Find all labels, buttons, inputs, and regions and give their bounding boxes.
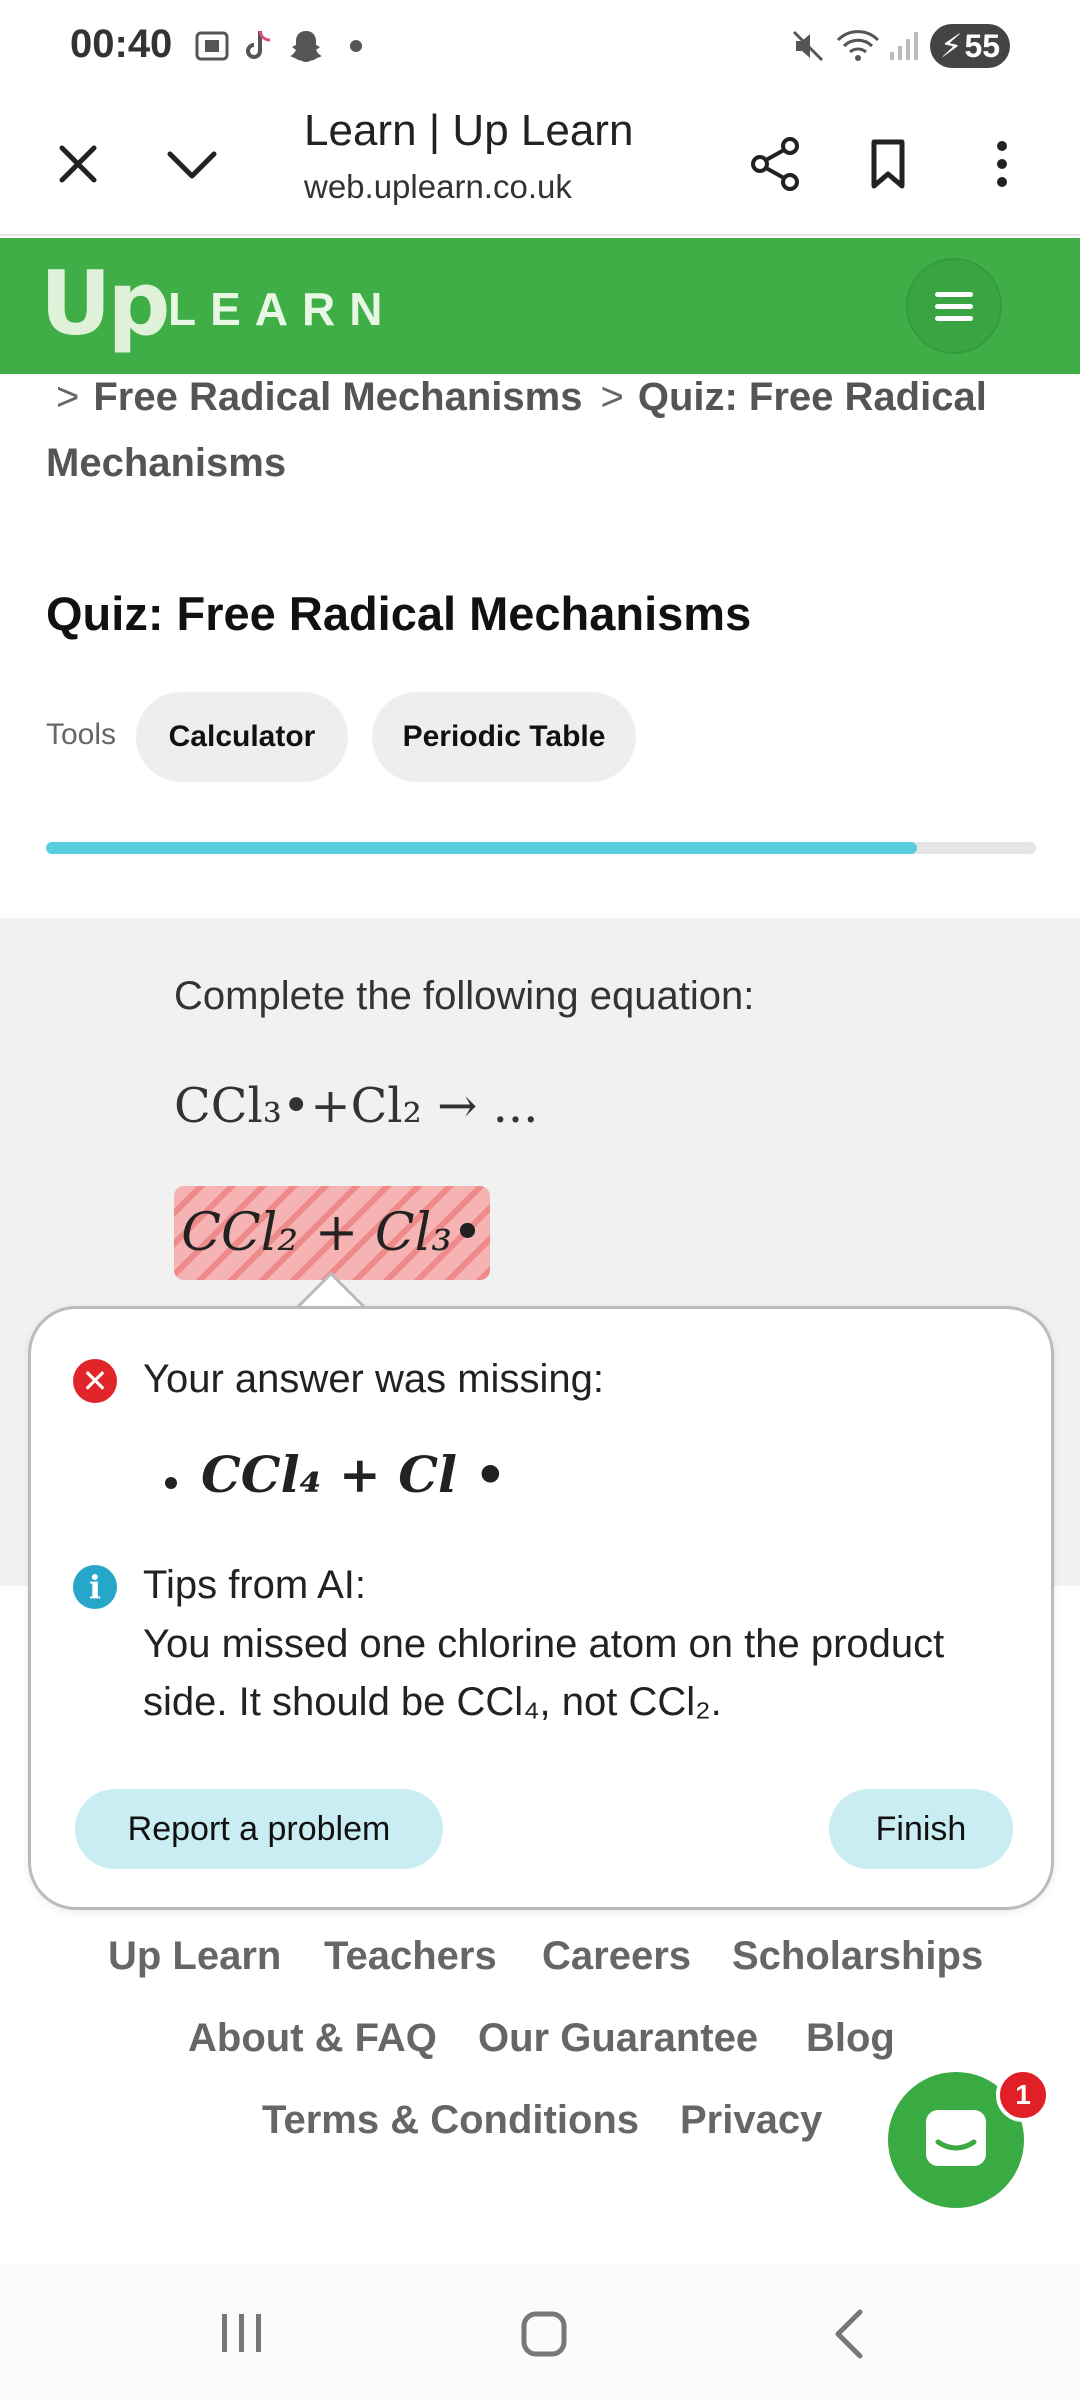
- battery-charging-icon: ⚡ 55: [930, 24, 1010, 68]
- browser-url[interactable]: web.uplearn.co.uk: [304, 168, 572, 206]
- footer-link-careers[interactable]: Careers: [542, 1934, 691, 1979]
- footer-link-terms[interactable]: Terms & Conditions: [262, 2098, 639, 2143]
- periodic-table-button[interactable]: Periodic Table: [372, 692, 636, 782]
- question-equation: CCl₃•+Cl₂ → ...: [174, 1078, 539, 1134]
- footer-link-blog[interactable]: Blog: [806, 2016, 895, 2061]
- close-icon[interactable]: [46, 132, 110, 196]
- bullet-icon: [165, 1477, 177, 1489]
- back-icon[interactable]: [822, 2304, 882, 2364]
- chevron-down-icon[interactable]: [160, 132, 224, 196]
- logo-learn[interactable]: LEARN: [168, 282, 396, 336]
- mute-icon: [792, 30, 824, 62]
- footer-link-privacy[interactable]: Privacy: [680, 2098, 822, 2143]
- calculator-button[interactable]: Calculator: [136, 692, 348, 782]
- system-nav-bar: [0, 2264, 1080, 2400]
- battery-level: 55: [964, 27, 1001, 64]
- info-icon: i: [73, 1565, 117, 1609]
- footer-link-scholarships[interactable]: Scholarships: [732, 1934, 983, 1979]
- recent-apps-icon[interactable]: [212, 2308, 272, 2358]
- tools-label: Tools: [46, 718, 117, 751]
- tips-text: You missed one chlorine atom on the prod…: [143, 1622, 945, 1724]
- question-prompt: Complete the following equation:: [174, 974, 755, 1018]
- hamburger-menu-button[interactable]: [906, 258, 1002, 354]
- hamburger-line: [935, 315, 973, 321]
- status-time: 00:40: [70, 22, 173, 66]
- missing-answer: CCl₄ + Cl •: [201, 1445, 507, 1504]
- wifi-icon: [836, 30, 880, 61]
- browser-page-title[interactable]: Learn | Up Learn: [304, 106, 633, 156]
- footer-link-our-guarantee[interactable]: Our Guarantee: [478, 2016, 758, 2061]
- chat-notification-badge: 1: [996, 2068, 1050, 2122]
- chat-icon: [926, 2110, 986, 2166]
- report-problem-button[interactable]: Report a problem: [75, 1789, 443, 1869]
- footer-link-about-faq[interactable]: About & FAQ: [188, 2016, 437, 2061]
- quiz-progress-bar: [46, 842, 1036, 854]
- hamburger-line: [935, 291, 973, 297]
- site-header: Up LEARN: [0, 238, 1080, 374]
- breadcrumb: > Free Radical Mechanisms > Quiz: Free Radi…: [46, 364, 1046, 496]
- chevron-right-icon: >: [56, 375, 80, 419]
- page-title: Quiz: Free Radical Mechanisms: [46, 587, 752, 640]
- footer-link-teachers[interactable]: Teachers: [324, 1934, 497, 1979]
- status-bar: 00:40 ⚡ 55: [0, 0, 1080, 96]
- feedback-popup: ✕ Your answer was missing: CCl₄ + Cl • i…: [28, 1306, 1054, 1910]
- screenshot-icon: [195, 31, 229, 61]
- home-icon[interactable]: [514, 2304, 574, 2364]
- footer-link-up-learn[interactable]: Up Learn: [108, 1934, 281, 1979]
- user-answer-incorrect[interactable]: CCl₂ + Cl₃•: [174, 1186, 490, 1280]
- hamburger-line: [935, 303, 973, 309]
- quiz-progress-fill: [46, 842, 918, 854]
- share-icon[interactable]: [744, 132, 808, 196]
- tiktok-icon: [246, 30, 271, 59]
- finish-button[interactable]: Finish: [829, 1789, 1013, 1869]
- bookmark-icon[interactable]: [856, 132, 920, 196]
- more-options-icon[interactable]: [970, 132, 1034, 196]
- dot-icon: [350, 40, 362, 52]
- snapchat-icon: [290, 31, 322, 62]
- chevron-right-icon: >: [600, 375, 624, 419]
- browser-toolbar: Learn | Up Learn web.uplearn.co.uk: [0, 96, 1080, 236]
- tips-label: Tips from AI:: [143, 1563, 367, 1607]
- signal-icon: [890, 32, 918, 60]
- breadcrumb-item[interactable]: Free Radical Mechanisms: [93, 375, 582, 419]
- missing-label: Your answer was missing:: [143, 1357, 604, 1401]
- error-icon: ✕: [73, 1359, 117, 1403]
- logo-up[interactable]: Up: [40, 252, 170, 355]
